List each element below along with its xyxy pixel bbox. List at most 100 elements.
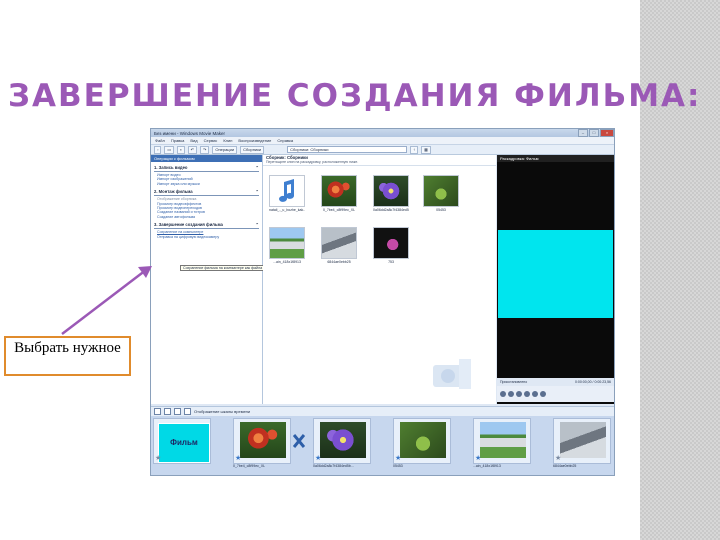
star-icon: ★ bbox=[475, 455, 482, 462]
main-toolbar: ▫ ▭ ▪ ↶ ↷ Операции Сборники Сборники: Сб… bbox=[151, 145, 614, 155]
collection-item[interactable]: ...ain_418x1f8913 bbox=[269, 227, 305, 264]
clip-thumbnail bbox=[373, 227, 409, 259]
section-title[interactable]: 3. Завершение создания фильма ⌃ bbox=[154, 222, 259, 230]
clip-thumbnail bbox=[480, 422, 526, 458]
collection-item[interactable]: 0_7be4_c8f99ec_XL bbox=[321, 175, 357, 212]
clip-thumbnail bbox=[560, 422, 606, 458]
clip-caption: 6844ae0ebb25 bbox=[553, 464, 577, 468]
task-link[interactable]: Импорт звука или музыки bbox=[154, 182, 259, 186]
send-to-camera-link[interactable]: Отправка на цифровую видеокамеру bbox=[154, 235, 259, 239]
next-frame-icon[interactable] bbox=[524, 391, 530, 397]
playback-controls bbox=[497, 386, 614, 402]
task-section-finish: 3. Завершение создания фильма ⌃ Сохранени… bbox=[154, 222, 259, 239]
tasks-button[interactable]: Операции bbox=[212, 145, 238, 154]
clip-thumbnail bbox=[321, 227, 357, 259]
tasks-panel-header: Операции с фильмом bbox=[151, 155, 262, 162]
storyboard: Фильм ★ ★ ★ ★ ★ ★ 0_7be4_c8f99ec_XL 0a06… bbox=[151, 416, 614, 475]
playback-time: 0:00:00,00 / 0:00:23,56 bbox=[574, 380, 611, 384]
clip-thumbnail bbox=[423, 175, 459, 207]
task-section-capture: 1. Запись видео ⌃ Импорт видео Импорт изо… bbox=[154, 165, 259, 186]
menu-file[interactable]: Файл bbox=[155, 138, 165, 143]
rewind-icon[interactable] bbox=[174, 408, 181, 415]
collection-subheader: Перетащите клип на раскадровку, располож… bbox=[266, 160, 359, 164]
star-icon: ★ bbox=[235, 455, 242, 462]
task-section-edit: 2. Монтаж фильма ⌃ Отображение сборника П… bbox=[154, 189, 259, 219]
star-icon: ★ bbox=[315, 455, 322, 462]
storyboard-clip[interactable]: ★ bbox=[473, 418, 531, 464]
zoom-in-icon[interactable] bbox=[154, 408, 161, 415]
slide-title: ЗАВЕРШЕНИЕ СОЗДАНИЯ ФИЛЬМА: bbox=[8, 78, 702, 114]
play-icon[interactable] bbox=[500, 391, 506, 397]
tasks-panel: Операции с фильмом 1. Запись видео ⌃ Импо… bbox=[151, 155, 263, 404]
chevron-up-icon[interactable]: ⌃ bbox=[255, 189, 259, 194]
star-icon: ★ bbox=[395, 455, 402, 462]
collection-item[interactable]: 05453 bbox=[423, 175, 459, 212]
preview-screen bbox=[498, 230, 613, 318]
clip-thumbnail bbox=[320, 422, 366, 458]
minimize-button[interactable]: – bbox=[578, 129, 588, 137]
maximize-button[interactable]: □ bbox=[589, 129, 599, 137]
collection-select[interactable]: Сборники: Сборники bbox=[287, 146, 408, 153]
open-icon[interactable]: ▭ bbox=[164, 145, 175, 154]
task-link[interactable]: Создание автофильма bbox=[154, 215, 259, 219]
collection-item[interactable]: 0a06dd2a8c7f4384ed5b... bbox=[373, 175, 409, 212]
clip-caption: 0_7be4_c8f99ec_XL bbox=[233, 464, 266, 468]
storyboard-clip[interactable]: ★ bbox=[313, 418, 371, 464]
collection-item[interactable]: natali_-_u_bozhe_kak... bbox=[269, 175, 305, 212]
menu-edit[interactable]: Правка bbox=[171, 138, 185, 143]
chevron-up-icon[interactable]: ⌃ bbox=[255, 222, 259, 227]
menu-clip[interactable]: Клип bbox=[223, 138, 232, 143]
window-titlebar: Без имени - Windows Movie Maker – □ × bbox=[151, 129, 614, 137]
storyboard-clip[interactable]: ★ bbox=[553, 418, 611, 464]
redo-icon[interactable]: ↷ bbox=[199, 145, 210, 154]
chevron-up-icon[interactable]: ⌃ bbox=[255, 165, 259, 170]
up-folder-icon[interactable]: ↑ bbox=[410, 145, 419, 154]
clip-thumbnail bbox=[321, 175, 357, 207]
window-controls: – □ × bbox=[577, 129, 614, 137]
split-icon[interactable] bbox=[532, 391, 538, 397]
collection-pane: Сборник: Сборники Перетащите клип на рас… bbox=[263, 155, 496, 404]
show-timeline-toggle[interactable]: Отображение шкалы времени bbox=[194, 409, 250, 414]
menu-play[interactable]: Воспроизведение bbox=[238, 138, 271, 143]
clip-caption: ...ain_418x1f8913 bbox=[473, 464, 501, 468]
zoom-out-icon[interactable] bbox=[164, 408, 171, 415]
star-icon: ★ bbox=[555, 455, 562, 462]
menu-help[interactable]: Справка bbox=[277, 138, 293, 143]
clip-caption: 0a06dd2a8c7f4384ed5b... bbox=[313, 464, 354, 468]
save-icon[interactable]: ▪ bbox=[177, 145, 185, 154]
movie-maker-window: Без имени - Windows Movie Maker – □ × Фа… bbox=[150, 128, 615, 476]
music-note-icon bbox=[269, 175, 305, 207]
monitor-status: Приостановлено 0:00:00,00 / 0:00:23,56 bbox=[497, 378, 614, 386]
play-storyboard-icon[interactable] bbox=[184, 408, 191, 415]
section-title[interactable]: 1. Запись видео ⌃ bbox=[154, 165, 259, 172]
playback-status: Приостановлено bbox=[500, 380, 528, 384]
clip-caption: 05453 bbox=[393, 464, 403, 468]
previous-frame-icon[interactable] bbox=[516, 391, 522, 397]
storyboard-clip[interactable]: ★ bbox=[233, 418, 291, 464]
section-title[interactable]: 2. Монтаж фильма ⌃ bbox=[154, 189, 259, 197]
collection-item[interactable]: 753 bbox=[373, 227, 409, 264]
menu-tools[interactable]: Сервис bbox=[204, 138, 218, 143]
views-icon[interactable]: ▦ bbox=[421, 145, 431, 154]
title-clip: Фильм bbox=[158, 423, 210, 463]
clip-thumbnail bbox=[240, 422, 286, 458]
collection-item[interactable]: 6844ae0ebb25 bbox=[321, 227, 357, 264]
filmstrip-watermark-icon bbox=[433, 359, 471, 389]
storyboard-clip[interactable]: Фильм ★ bbox=[153, 418, 211, 464]
undo-icon[interactable]: ↶ bbox=[187, 145, 197, 154]
new-project-icon[interactable]: ▫ bbox=[154, 145, 162, 154]
stop-icon[interactable] bbox=[508, 391, 514, 397]
star-icon: ★ bbox=[155, 455, 162, 462]
menu-view[interactable]: Вид bbox=[190, 138, 197, 143]
transition-icon[interactable] bbox=[293, 434, 305, 448]
snapshot-icon[interactable] bbox=[540, 391, 546, 397]
storyboard-clip[interactable]: ★ bbox=[393, 418, 451, 464]
callout-box: Выбрать нужное bbox=[4, 336, 131, 376]
preview-monitor: Раскадровка: Фильм Приостановлено 0:00:0… bbox=[497, 155, 614, 404]
close-button[interactable]: × bbox=[600, 129, 614, 137]
window-title: Без имени - Windows Movie Maker bbox=[154, 130, 226, 136]
clip-thumbnail bbox=[400, 422, 446, 458]
collections-button[interactable]: Сборники bbox=[240, 145, 265, 154]
menu-bar: Файл Правка Вид Сервис Клип Воспроизведе… bbox=[151, 137, 614, 145]
monitor-header: Раскадровка: Фильм bbox=[497, 155, 614, 162]
